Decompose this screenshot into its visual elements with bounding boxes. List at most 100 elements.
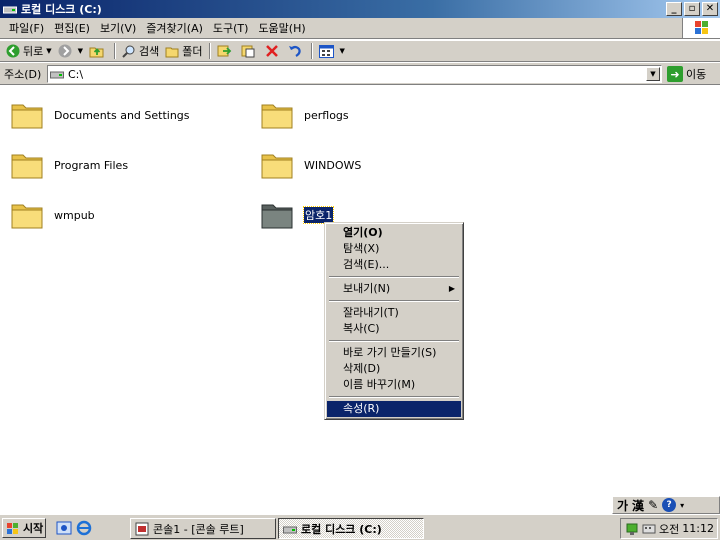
- go-label: 이동: [686, 68, 707, 81]
- forward-button[interactable]: ▼: [55, 41, 86, 61]
- ime-indicator: 오전: [659, 522, 680, 536]
- taskbar-item-console[interactable]: 콘솔1 - [콘솔 루트]: [130, 518, 276, 539]
- toolbar-separator: [208, 43, 211, 59]
- search-button[interactable]: 검색: [119, 41, 162, 61]
- menu-search[interactable]: 검색(E)...: [327, 257, 461, 273]
- folder-item[interactable]: wmpub: [10, 198, 95, 232]
- folder-item[interactable]: Program Files: [10, 148, 128, 182]
- menu-separator: [329, 396, 459, 398]
- folder-item[interactable]: perflogs: [260, 98, 349, 132]
- views-button[interactable]: ▼: [316, 41, 348, 61]
- menu-help[interactable]: 도움말(H): [253, 20, 310, 36]
- menu-send-to[interactable]: 보내기(N) ▶: [327, 281, 461, 297]
- toolbar-separator: [310, 43, 313, 59]
- network-icon[interactable]: [625, 522, 639, 536]
- drive-icon: [50, 71, 64, 79]
- address-dropdown-button[interactable]: ▼: [646, 67, 660, 81]
- menu-tools[interactable]: 도구(T): [208, 20, 254, 36]
- menu-send-to-label: 보내기(N): [343, 282, 391, 295]
- back-button[interactable]: 뒤로 ▼: [3, 41, 55, 61]
- restore-button[interactable]: ▫: [684, 2, 700, 16]
- toolbar: 뒤로 ▼ ▼ 검색 폴더 ▼: [0, 40, 720, 62]
- move-to-button[interactable]: [214, 41, 238, 61]
- system-tray: 오전 11:12: [620, 518, 718, 539]
- views-icon: [318, 44, 334, 58]
- drive-icon: [3, 6, 17, 14]
- menu-cut[interactable]: 잘라내기(T): [327, 305, 461, 321]
- quick-launch: [56, 520, 92, 536]
- folder-icon: [261, 204, 293, 229]
- folder-label: Program Files: [54, 158, 129, 172]
- windows-flag-icon: [695, 21, 708, 34]
- delete-x-icon: [265, 45, 278, 57]
- address-label: 주소(D): [4, 67, 42, 81]
- views-dropdown-icon[interactable]: ▼: [340, 47, 345, 55]
- search-icon: [122, 45, 135, 58]
- go-button[interactable]: ➜ 이동: [667, 66, 706, 82]
- windows-logo: [682, 18, 720, 38]
- menu-file[interactable]: 파일(F): [4, 20, 49, 36]
- back-label: 뒤로: [23, 45, 44, 58]
- folder-icon: [11, 204, 43, 229]
- menu-favorites[interactable]: 즐겨찾기(A): [141, 20, 208, 36]
- explorer-quicklaunch-icon[interactable]: [56, 520, 72, 536]
- menu-delete[interactable]: 삭제(D): [327, 361, 461, 377]
- hanja-button[interactable]: 漢: [632, 497, 644, 514]
- clock[interactable]: 11:12: [682, 522, 714, 535]
- folder-item-selected[interactable]: 암호1: [260, 198, 335, 232]
- menu-open[interactable]: 열기(O): [327, 225, 461, 241]
- folder-icon: [261, 154, 293, 179]
- move-to-icon: [217, 45, 231, 57]
- folder-icon: [11, 154, 43, 179]
- undo-button[interactable]: [285, 41, 308, 61]
- ime-pad-icon[interactable]: ✎: [648, 498, 658, 512]
- toolbar-separator: [114, 43, 117, 59]
- menu-create-shortcut[interactable]: 바로 가기 만들기(S): [327, 345, 461, 361]
- menu-edit[interactable]: 편집(E): [49, 20, 95, 36]
- folder-label: Documents and Settings: [54, 108, 190, 122]
- langbar-options-icon[interactable]: ▾: [680, 501, 684, 510]
- folder-icon: [11, 104, 43, 129]
- folders-icon: [165, 47, 179, 57]
- folder-label: perflogs: [304, 108, 349, 122]
- folder-label: WINDOWS: [304, 158, 362, 172]
- menu-separator: [329, 276, 459, 278]
- forward-dropdown-icon[interactable]: ▼: [78, 47, 83, 55]
- menu-explore[interactable]: 탐색(X): [327, 241, 461, 257]
- copy-to-icon: [241, 45, 255, 58]
- menu-separator: [329, 340, 459, 342]
- minimize-button[interactable]: _: [666, 2, 682, 16]
- menu-separator: [329, 300, 459, 302]
- keyboard-icon[interactable]: [642, 522, 656, 536]
- internet-explorer-icon[interactable]: [76, 520, 92, 536]
- menu-view[interactable]: 보기(V): [95, 20, 141, 36]
- address-input[interactable]: C:\ ▼: [47, 65, 662, 83]
- menu-copy[interactable]: 복사(C): [327, 321, 461, 337]
- folders-button[interactable]: 폴더: [162, 41, 205, 61]
- menu-properties[interactable]: 속성(R): [327, 401, 461, 417]
- folder-item[interactable]: Documents and Settings: [10, 98, 190, 132]
- window-title: 로컬 디스크 (C:): [21, 3, 102, 16]
- go-arrow-icon: ➜: [667, 66, 683, 82]
- menu-rename[interactable]: 이름 바꾸기(M): [327, 377, 461, 393]
- folder-label: wmpub: [54, 208, 95, 222]
- folders-label: 폴더: [182, 45, 203, 58]
- up-folder-icon: [89, 47, 104, 58]
- taskbar-item-explorer[interactable]: 로컬 디스크 (C:): [278, 518, 424, 539]
- close-button[interactable]: ✕: [702, 2, 718, 16]
- start-button[interactable]: 시작: [2, 518, 46, 538]
- up-folder-button[interactable]: [86, 41, 111, 61]
- back-dropdown-icon[interactable]: ▼: [46, 47, 51, 55]
- address-value: C:\: [68, 67, 84, 81]
- folder-label[interactable]: 암호1: [302, 206, 335, 224]
- delete-button[interactable]: [262, 41, 285, 61]
- help-icon[interactable]: ?: [662, 498, 677, 512]
- console-icon: [135, 522, 149, 535]
- folder-icon: [261, 104, 293, 129]
- drive-icon: [283, 526, 297, 533]
- menu-bar: 파일(F) 편집(E) 보기(V) 즐겨찾기(A) 도구(T) 도움말(H): [0, 18, 720, 39]
- title-bar[interactable]: 로컬 디스크 (C:) _ ▫ ✕: [0, 0, 720, 18]
- hangul-mode-button[interactable]: 가: [617, 497, 628, 514]
- copy-to-button[interactable]: [238, 41, 262, 61]
- folder-item[interactable]: WINDOWS: [260, 148, 361, 182]
